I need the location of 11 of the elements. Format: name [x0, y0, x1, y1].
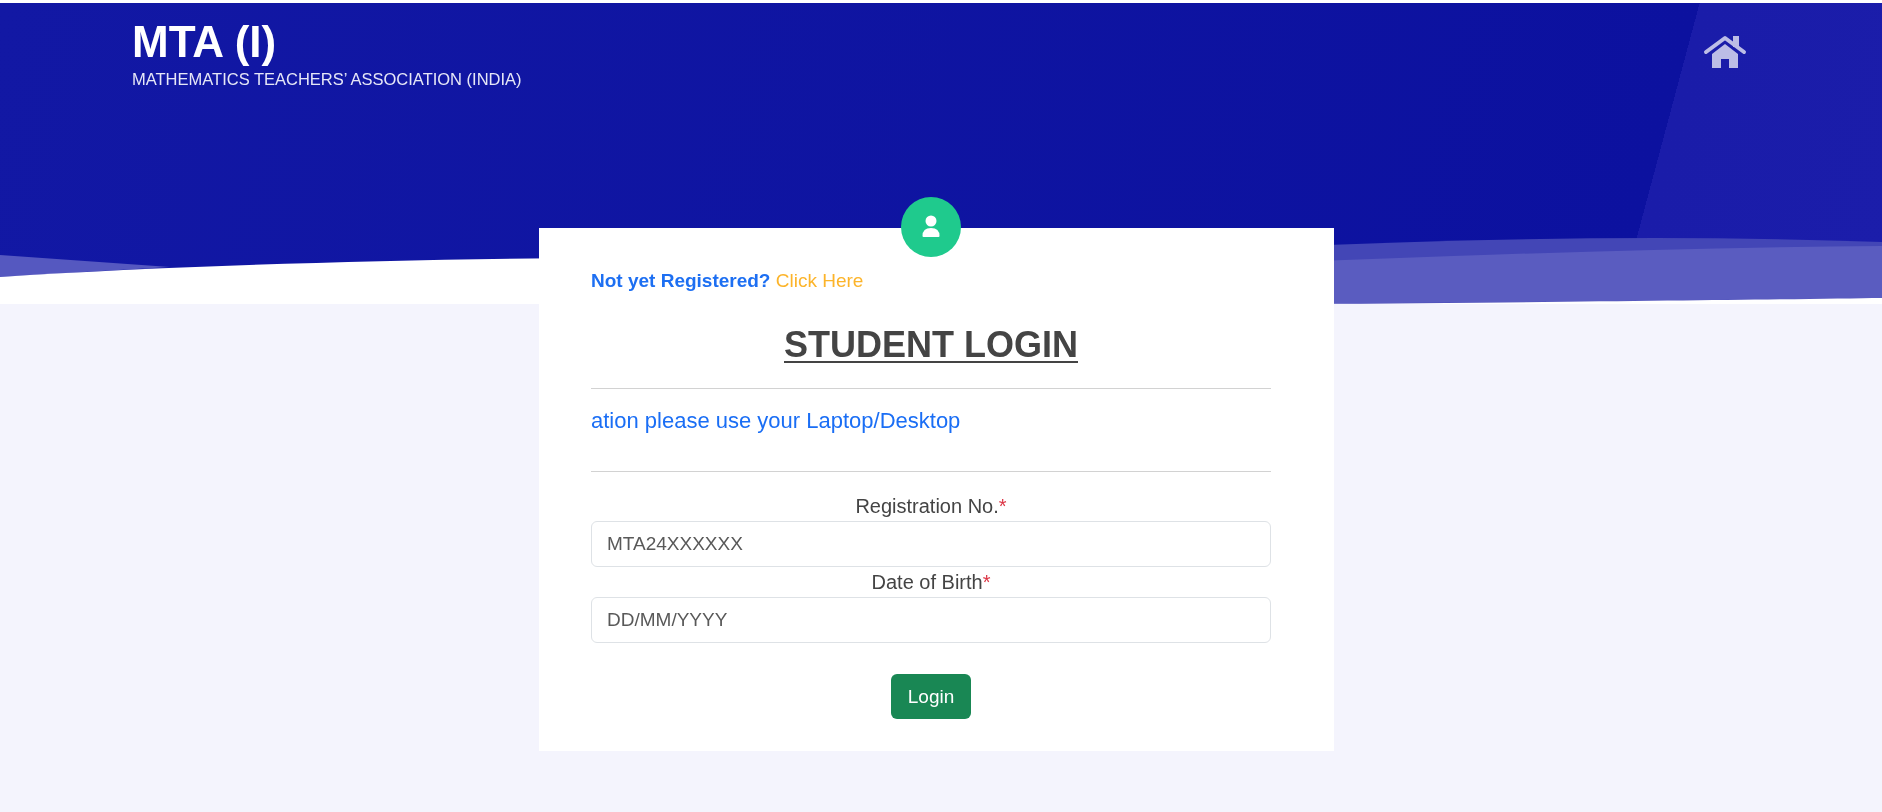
field-label: Registration No.*: [855, 494, 1007, 518]
site-title: MTA (I): [132, 20, 278, 64]
login-button[interactable]: Login: [890, 674, 972, 719]
site-subtitle: MATHEMATICS TEACHERS’ ASSOCIATION (INDIA): [132, 69, 522, 89]
input-field[interactable]: MTA24XXXXXX: [591, 521, 1271, 567]
field-label: Date of Birth*: [871, 570, 991, 594]
notice-text: ation please use your Laptop/Desktop: [591, 408, 961, 434]
login-heading: STUDENT LOGIN: [784, 325, 1078, 365]
home-icon[interactable]: [1703, 35, 1747, 69]
input-field[interactable]: DD/MM/YYYY: [591, 597, 1271, 643]
register-prompt: Not yet Registered? Click Here: [591, 269, 864, 293]
